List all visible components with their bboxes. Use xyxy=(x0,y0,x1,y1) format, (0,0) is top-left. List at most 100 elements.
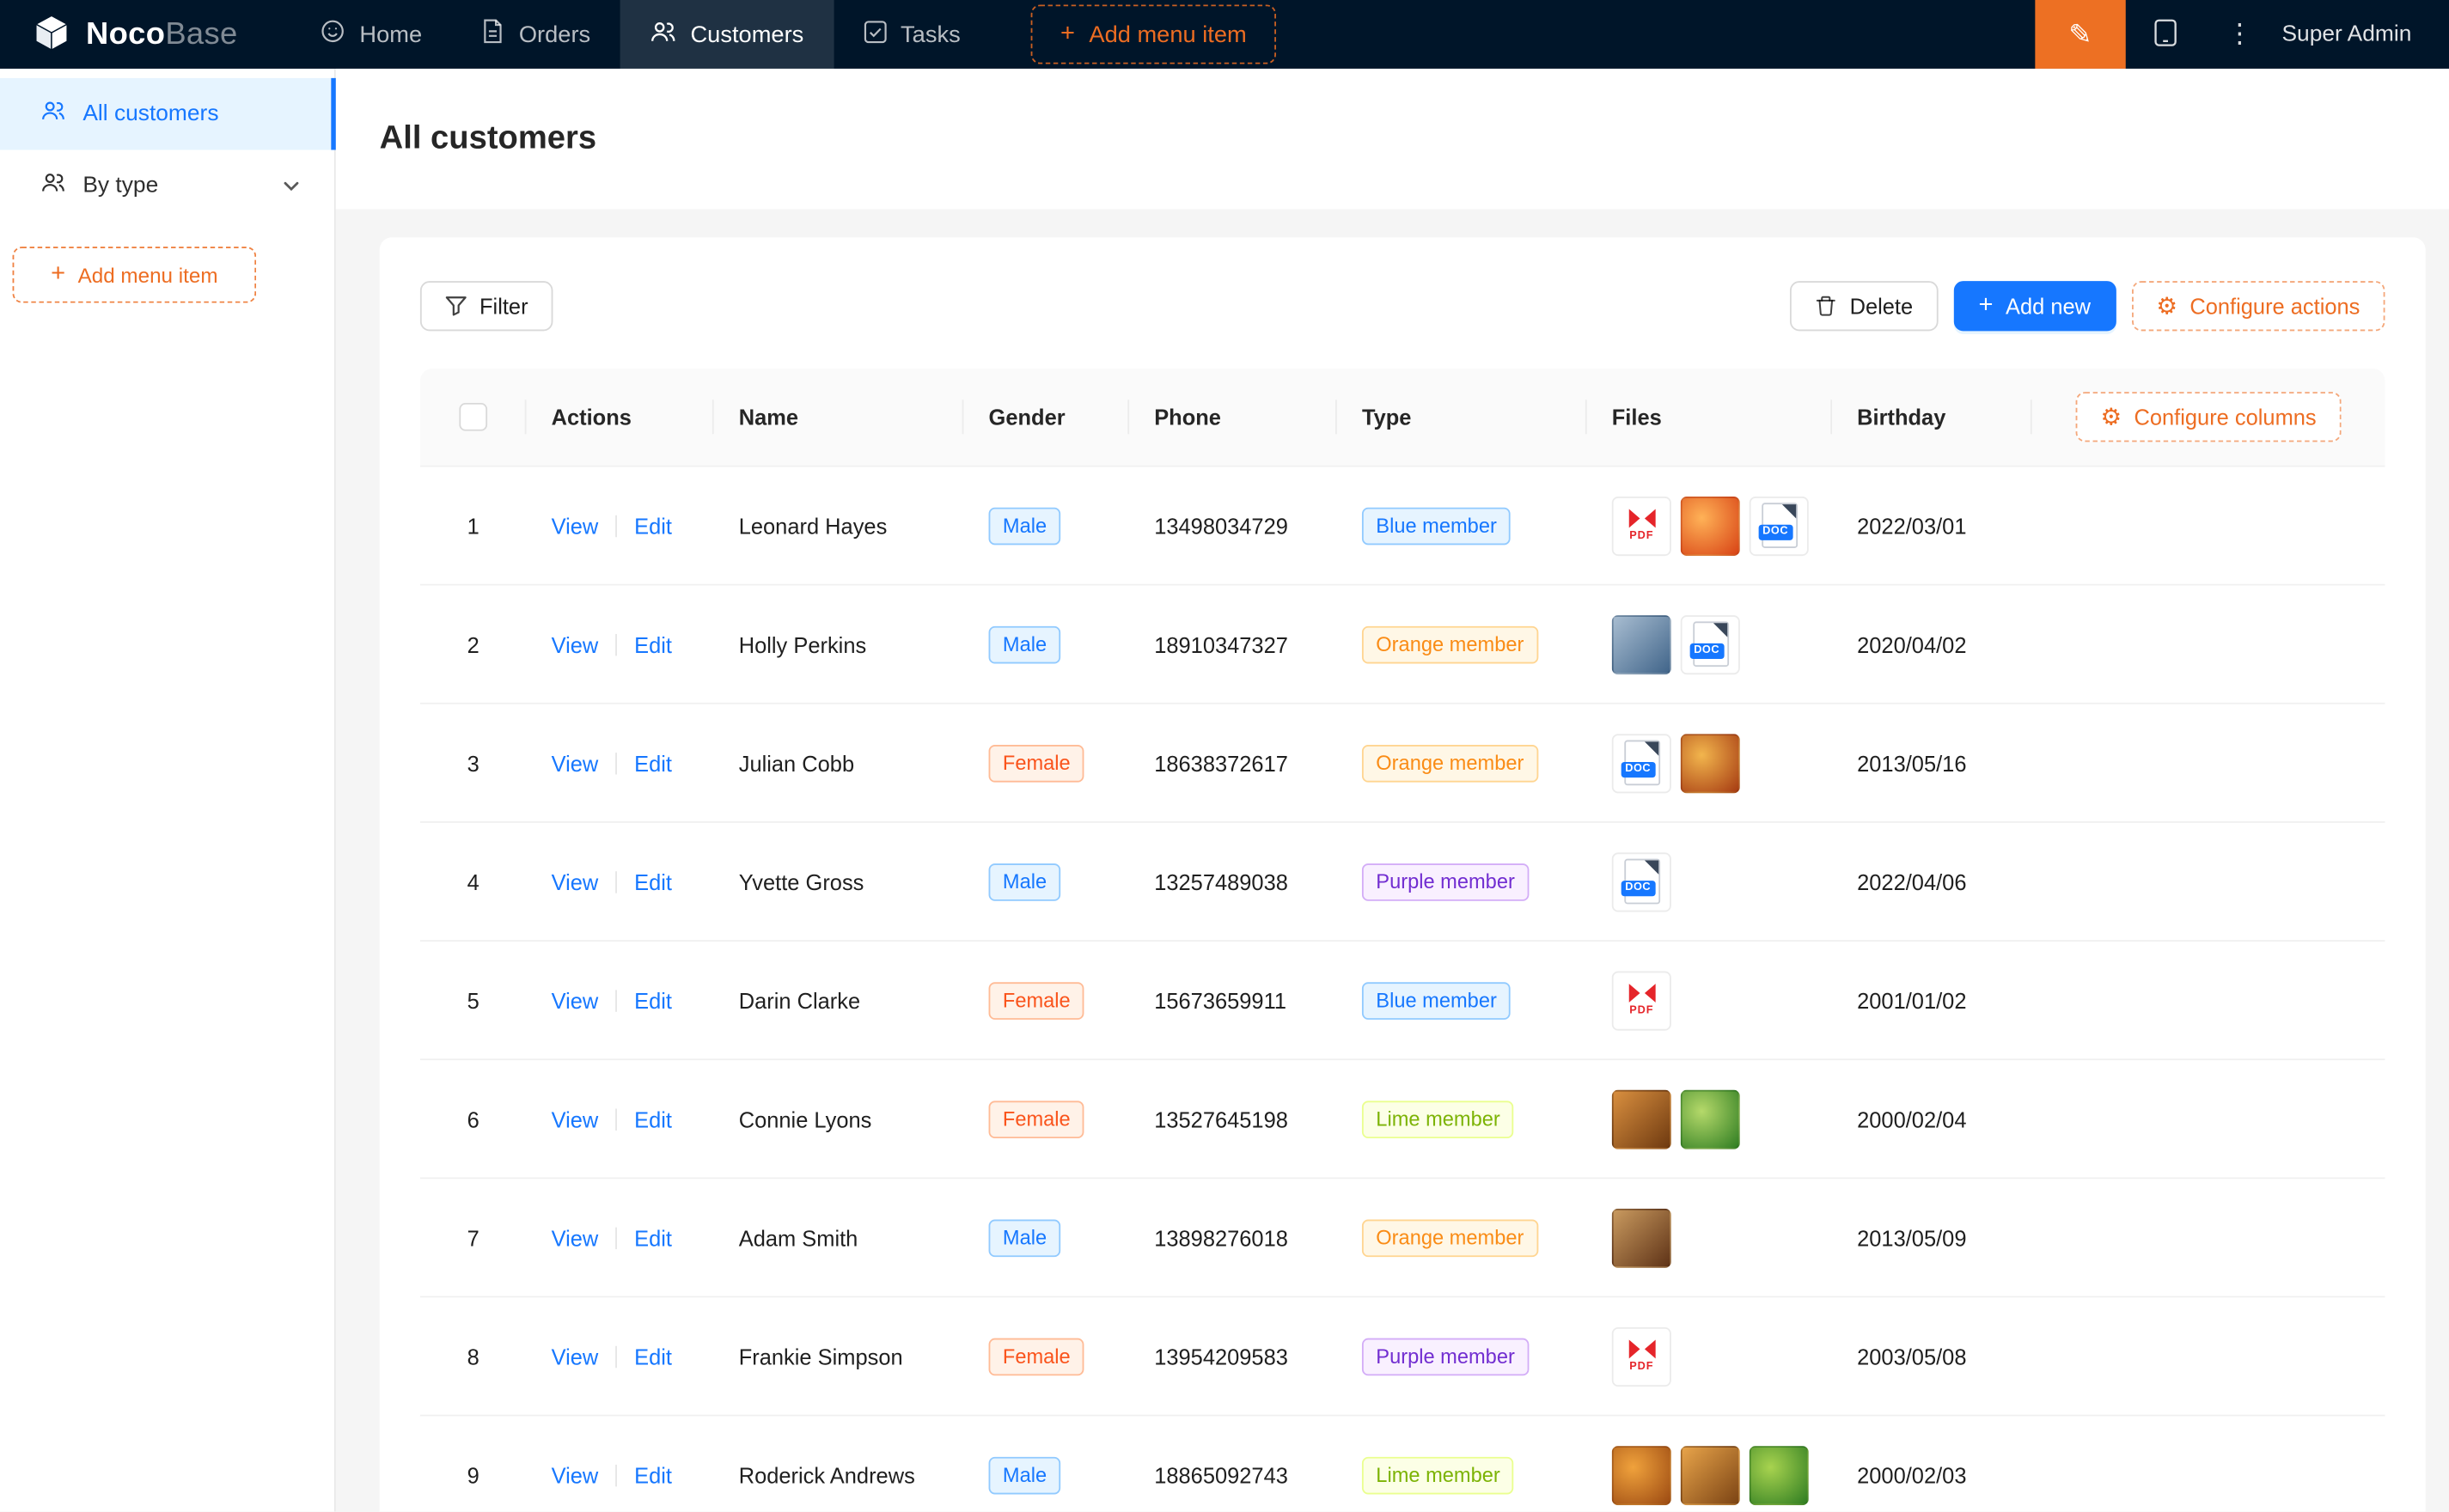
column-header-files[interactable]: Files xyxy=(1587,369,1832,466)
image-thumbnail-food[interactable] xyxy=(1612,1208,1671,1267)
sidebar-item-by-type[interactable]: By type xyxy=(0,149,334,222)
delete-label: Delete xyxy=(1850,294,1914,319)
actions-cell: View Edit xyxy=(527,466,714,583)
row-index-cell: 2 xyxy=(420,586,527,703)
sidebar-item-label: All customers xyxy=(82,101,218,126)
pdf-file-icon[interactable]: PDF xyxy=(1612,496,1671,555)
ui-editor-button[interactable]: ✎ xyxy=(2035,0,2125,69)
files-cell: DOC xyxy=(1587,823,1832,940)
phone-cell: 13257489038 xyxy=(1129,823,1337,940)
nocobase-logo[interactable]: NocoBase xyxy=(0,0,269,69)
name-cell: Yvette Gross xyxy=(714,823,964,940)
configure-actions-button[interactable]: ⚙ Configure actions xyxy=(2131,281,2385,331)
edit-link[interactable]: Edit xyxy=(634,1107,672,1131)
configure-columns-button[interactable]: ⚙ Configure columns xyxy=(2075,392,2341,442)
filter-button[interactable]: Filter xyxy=(420,281,553,331)
actions-cell: View Edit xyxy=(527,586,714,703)
row-spacer-cell xyxy=(2032,942,2385,1058)
edit-link[interactable]: Edit xyxy=(634,988,672,1013)
edit-link[interactable]: Edit xyxy=(634,513,672,538)
row-spacer-cell xyxy=(2032,1297,2385,1414)
image-thumbnail-greens[interactable] xyxy=(1750,1445,1809,1504)
tag-blue: Male xyxy=(989,1219,1061,1257)
more-options-button[interactable]: ⋮ xyxy=(2207,0,2272,69)
column-header-gender[interactable]: Gender xyxy=(963,369,1129,466)
name-cell: Frankie Simpson xyxy=(714,1297,964,1414)
file-icon xyxy=(481,19,504,50)
view-link[interactable]: View xyxy=(552,988,599,1013)
edit-link[interactable]: Edit xyxy=(634,1344,672,1369)
edit-link[interactable]: Edit xyxy=(634,1225,672,1250)
column-header-phone[interactable]: Phone xyxy=(1129,369,1337,466)
image-thumbnail-people[interactable] xyxy=(1612,614,1671,674)
tag-volcano: Female xyxy=(989,744,1085,782)
view-link[interactable]: View xyxy=(552,631,599,656)
pdf-glyph xyxy=(1628,509,1655,528)
view-link[interactable]: View xyxy=(552,1225,599,1250)
edit-link[interactable]: Edit xyxy=(634,631,672,656)
current-user-menu[interactable]: Super Admin xyxy=(2273,0,2449,69)
birthday-cell: 2022/03/01 xyxy=(1832,466,2032,583)
nav-item-label: Orders xyxy=(519,21,590,48)
page-title: All customers xyxy=(380,120,596,158)
select-all-checkbox[interactable] xyxy=(459,403,487,431)
type-cell: Purple member xyxy=(1337,1297,1587,1414)
column-header-birthday[interactable]: Birthday xyxy=(1832,369,2032,466)
phone-cell: 13498034729 xyxy=(1129,466,1337,583)
mobile-preview-button[interactable] xyxy=(2126,0,2208,69)
current-user-label: Super Admin xyxy=(2281,21,2411,46)
nav-item-tasks[interactable]: Tasks xyxy=(834,0,990,69)
user-group-icon xyxy=(40,170,65,201)
doc-file-icon[interactable]: DOC xyxy=(1612,733,1671,792)
edit-link[interactable]: Edit xyxy=(634,869,672,893)
add-menu-item-button[interactable]: + Add menu item xyxy=(1031,4,1277,64)
view-link[interactable]: View xyxy=(552,513,599,538)
sidebar-item-all-customers[interactable]: All customers xyxy=(0,78,334,150)
row-spacer-cell xyxy=(2032,1417,2385,1512)
view-link[interactable]: View xyxy=(552,869,599,893)
files-cell xyxy=(1587,1060,1832,1177)
image-thumbnail-autumn[interactable] xyxy=(1612,1089,1671,1149)
row-index-cell: 5 xyxy=(420,942,527,1058)
edit-link[interactable]: Edit xyxy=(634,750,672,775)
nav-item-orders[interactable]: Orders xyxy=(452,0,620,69)
pen-icon: ✎ xyxy=(2068,18,2092,51)
view-link[interactable]: View xyxy=(552,1344,599,1369)
pdf-file-icon[interactable]: PDF xyxy=(1612,1326,1671,1386)
image-thumbnail-pizza[interactable] xyxy=(1681,733,1740,792)
column-header-type[interactable]: Type xyxy=(1337,369,1587,466)
gender-cell: Female xyxy=(963,942,1129,1058)
phone-cell: 18910347327 xyxy=(1129,586,1337,703)
view-link[interactable]: View xyxy=(552,750,599,775)
header-checkbox-cell xyxy=(420,369,527,466)
nav-item-customers[interactable]: Customers xyxy=(620,0,834,69)
view-link[interactable]: View xyxy=(552,1107,599,1131)
trash-icon xyxy=(1816,296,1837,317)
sidebar-add-menu-item-button[interactable]: + Add menu item xyxy=(13,247,257,302)
pdf-file-icon[interactable]: PDF xyxy=(1612,971,1671,1030)
add-new-button[interactable]: + Add new xyxy=(1953,281,2116,331)
user-group-icon xyxy=(650,18,676,51)
birthday-cell: 2020/04/02 xyxy=(1832,586,2032,703)
doc-glyph: DOC xyxy=(1761,503,1797,548)
doc-file-icon[interactable]: DOC xyxy=(1681,614,1740,674)
column-header-actions[interactable]: Actions xyxy=(527,369,714,466)
page-header: All customers xyxy=(336,69,2449,210)
doc-file-icon[interactable]: DOC xyxy=(1612,852,1671,911)
image-thumbnail-orange-flowers[interactable] xyxy=(1681,496,1740,555)
nav-item-home[interactable]: Home xyxy=(290,0,451,69)
files-cell: DOC xyxy=(1587,586,1832,703)
type-cell: Lime member xyxy=(1337,1417,1587,1512)
top-navbar: NocoBase Home Orders xyxy=(0,0,2449,69)
column-header-name[interactable]: Name xyxy=(714,369,964,466)
delete-button[interactable]: Delete xyxy=(1791,281,1939,331)
pdf-label: PDF xyxy=(1629,1362,1653,1373)
image-thumbnail-oranges[interactable] xyxy=(1612,1445,1671,1504)
image-thumbnail-fruit[interactable] xyxy=(1681,1445,1740,1504)
view-link[interactable]: View xyxy=(552,1462,599,1487)
doc-glyph: DOC xyxy=(1692,621,1728,667)
doc-file-icon[interactable]: DOC xyxy=(1750,496,1809,555)
image-thumbnail-lettuce[interactable] xyxy=(1681,1089,1740,1149)
type-cell: Orange member xyxy=(1337,1179,1587,1296)
edit-link[interactable]: Edit xyxy=(634,1462,672,1487)
